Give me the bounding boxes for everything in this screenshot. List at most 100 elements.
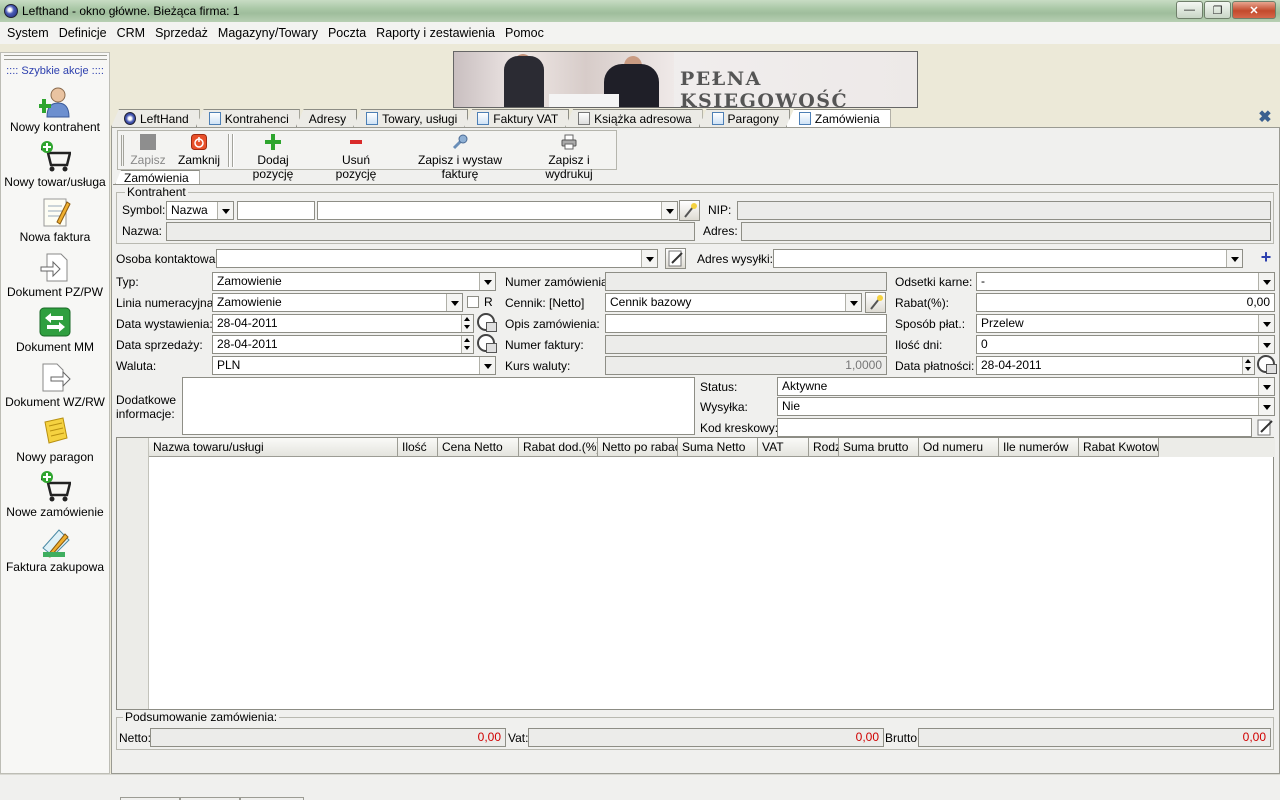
quick-action-new-invoice[interactable]: Nowa faktura: [1, 196, 109, 244]
column-header-from-number[interactable]: Od numeru: [919, 438, 999, 457]
column-header-quantity[interactable]: Ilość: [398, 438, 438, 457]
pricelist-select[interactable]: Cennik bazowy: [605, 293, 862, 312]
status-select[interactable]: Aktywne: [777, 377, 1275, 396]
tab-paragony[interactable]: Paragony: [698, 109, 790, 127]
contact-edit-button[interactable]: [665, 248, 686, 269]
due-date-field[interactable]: 28-04-2011: [976, 356, 1255, 375]
menu-raporty[interactable]: Raporty i zestawienia: [371, 26, 500, 40]
tab-adresy[interactable]: Adresy: [295, 109, 358, 127]
add-shipping-address-button[interactable]: +: [1256, 247, 1276, 267]
window-title: Lefthand - okno główne. Bieżąca firma: 1: [22, 4, 240, 18]
column-header-vat[interactable]: VAT: [758, 438, 809, 457]
document-icon: [208, 112, 221, 125]
quick-action-new-contractor[interactable]: Nowy kontrahent: [1, 86, 109, 134]
chevron-down-icon: [446, 294, 462, 311]
add-position-button[interactable]: Dodaj pozycję: [236, 133, 310, 181]
contractor-search-select[interactable]: [317, 201, 678, 220]
discount-input[interactable]: 0,00: [976, 293, 1275, 312]
column-header-gross-sum[interactable]: Suma brutto: [839, 438, 919, 457]
edit-icon: [1257, 419, 1273, 436]
column-header-name[interactable]: Nazwa towaru/usługi: [149, 438, 398, 457]
maximize-button[interactable]: ❐: [1204, 1, 1231, 19]
quick-action-purchase-invoice[interactable]: Faktura zakupowa: [1, 526, 109, 574]
sale-date-field[interactable]: 28-04-2011: [212, 335, 474, 354]
menu-poczta[interactable]: Poczta: [323, 26, 371, 40]
close-tab-icon[interactable]: ✖: [1257, 110, 1273, 126]
numbering-line-select[interactable]: Zamowienie: [212, 293, 463, 312]
tab-kontrahenci[interactable]: Kontrahenci: [195, 109, 300, 127]
calendar-search-icon[interactable]: [476, 333, 497, 353]
date-spinner-icon[interactable]: [461, 315, 473, 332]
order-desc-label: Opis zamówienia:: [505, 317, 600, 331]
quick-action-label: Faktura zakupowa: [5, 560, 105, 574]
calendar-search-icon[interactable]: [1256, 354, 1277, 374]
menu-crm[interactable]: CRM: [112, 26, 150, 40]
contractor-wand-button[interactable]: [679, 200, 700, 221]
quick-action-receipt[interactable]: Nowy paragon: [1, 416, 109, 464]
address-book-icon: [578, 112, 591, 125]
panel-grip[interactable]: [4, 55, 107, 60]
tab-faktury[interactable]: Faktury VAT: [464, 109, 570, 127]
menu-sprzedaz[interactable]: Sprzedaż: [150, 26, 213, 40]
close-window-button[interactable]: ✕: [1232, 1, 1276, 19]
save-and-print-button[interactable]: Zapisz i wydrukuj: [526, 133, 612, 181]
save-and-invoice-button[interactable]: Zapisz i wystaw fakturę: [400, 133, 520, 181]
barcode-input[interactable]: [777, 418, 1252, 437]
column-header-extra-discount[interactable]: Rabat dod.(%): [519, 438, 598, 457]
order-desc-input[interactable]: [605, 314, 887, 333]
save-button[interactable]: Zapisz: [128, 133, 168, 169]
currency-select[interactable]: PLN: [212, 356, 496, 375]
currency-value: PLN: [217, 358, 241, 372]
issue-date-field[interactable]: 28-04-2011: [212, 314, 474, 333]
quick-action-mm[interactable]: Dokument MM: [1, 306, 109, 354]
date-spinner-icon[interactable]: [1242, 357, 1254, 374]
close-button[interactable]: Zamknij: [176, 133, 222, 169]
quick-action-new-product[interactable]: Nowy towar/usługa: [1, 141, 109, 189]
title-bar: Lefthand - okno główne. Bieżąca firma: 1…: [0, 0, 1280, 22]
quick-action-label: Dokument PZ/PW: [6, 285, 104, 299]
quick-action-wz-rw[interactable]: Dokument WZ/RW: [1, 361, 109, 409]
nip-label: NIP:: [708, 203, 732, 217]
column-header-net-price[interactable]: Cena Netto: [438, 438, 519, 457]
status-value: Aktywne: [782, 379, 828, 393]
symbol-input[interactable]: [237, 201, 315, 220]
menu-system[interactable]: System: [2, 26, 54, 40]
menu-magazyny[interactable]: Magazyny/Towary: [213, 26, 323, 40]
type-select[interactable]: Zamowienie: [212, 272, 496, 291]
tab-zamowienia[interactable]: Zamówienia: [785, 109, 891, 127]
minimize-button[interactable]: —: [1176, 1, 1203, 19]
pricelist-wand-button[interactable]: [865, 292, 886, 313]
tab-zamowienia-inner[interactable]: Zamówienia: [115, 170, 200, 185]
column-header-type[interactable]: Rodzaj: [809, 438, 839, 457]
quick-action-pz-pw[interactable]: Dokument PZ/PW: [1, 251, 109, 299]
quick-action-new-order[interactable]: Nowe zamówienie: [1, 471, 109, 519]
column-header-net-sum[interactable]: Suma Netto: [678, 438, 758, 457]
remove-position-button[interactable]: Usuń pozycję: [320, 133, 392, 181]
shipping-select[interactable]: Nie: [777, 397, 1275, 416]
calendar-search-icon[interactable]: [476, 312, 497, 332]
penalty-interest-select[interactable]: -: [976, 272, 1275, 291]
shipping-address-select[interactable]: [773, 249, 1243, 268]
date-spinner-icon[interactable]: [461, 336, 473, 353]
tab-towary[interactable]: Towary, usługi: [353, 109, 469, 127]
r-checkbox[interactable]: [467, 296, 479, 308]
transfer-icon: [39, 306, 71, 338]
days-select[interactable]: 0: [976, 335, 1275, 354]
symbol-mode-select[interactable]: Nazwa: [166, 201, 234, 220]
order-items-grid[interactable]: Nazwa towaru/usługi Ilość Cena Netto Rab…: [116, 437, 1275, 710]
column-header-net-after-discount[interactable]: Netto po rabacie: [598, 438, 678, 457]
contact-select[interactable]: [216, 249, 658, 268]
toolbar-grip[interactable]: [121, 135, 124, 166]
column-header-amount-discount[interactable]: Rabat Kwotowy: [1079, 438, 1159, 457]
column-header-number-count[interactable]: Ile numerów: [999, 438, 1079, 457]
tab-lefthand[interactable]: LeftHand: [111, 109, 200, 127]
printer-icon: [561, 134, 577, 150]
sale-date-value: 28-04-2011: [217, 337, 278, 351]
payment-method-select[interactable]: Przelew: [976, 314, 1275, 333]
barcode-edit-button[interactable]: [1255, 417, 1275, 437]
order-number-field: [605, 272, 887, 291]
tab-ksiazka[interactable]: Książka adresowa: [565, 109, 703, 127]
menu-pomoc[interactable]: Pomoc: [500, 26, 549, 40]
menu-definicje[interactable]: Definicje: [54, 26, 112, 40]
extra-info-textarea[interactable]: [182, 377, 695, 435]
